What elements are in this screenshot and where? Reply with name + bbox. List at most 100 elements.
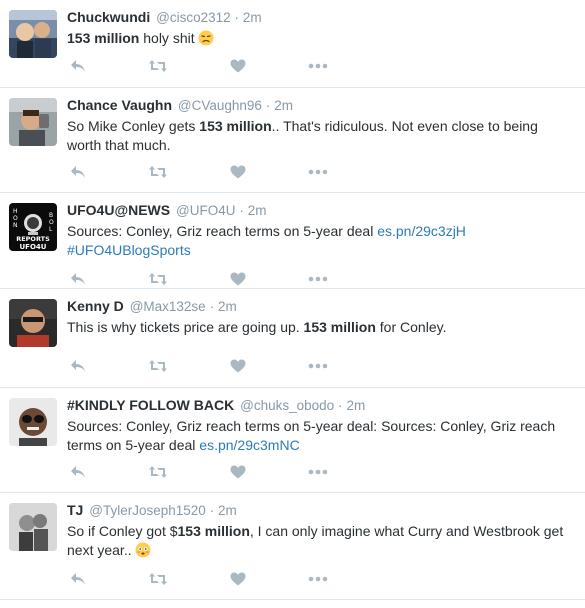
svg-text:B: B (49, 212, 53, 219)
tweet-text: So Mike Conley gets 153 million.. That's… (67, 117, 573, 155)
tweet-text-segment: This is why tickets price are going up. (67, 319, 304, 335)
heart-icon[interactable] (227, 270, 249, 288)
separator-dot: · (209, 299, 215, 314)
avatar[interactable] (9, 299, 57, 347)
user-handle[interactable]: @TylerJoseph1520 (89, 503, 206, 518)
sad-face-emoji (195, 30, 214, 46)
user-name[interactable]: Chance Vaughn (67, 97, 172, 113)
tweet[interactable]: Kenny D @Max132se · 2m This is why ticke… (0, 289, 585, 388)
tweet-header: UFO4U@NEWS @UFO4U · 2m (67, 201, 573, 220)
tweet-actions (67, 162, 347, 182)
tweet[interactable]: REPORTS UFO4U H O N B O L UFO4U@NEWS @UFO4U · 2… (0, 193, 585, 289)
svg-text:UFO4U: UFO4U (20, 243, 47, 251)
svg-text:N: N (13, 222, 18, 229)
tweet-text-segment: holy shit (139, 30, 195, 46)
user-name[interactable]: #KINDLY FOLLOW BACK (67, 397, 234, 413)
tweet-content: Kenny D @Max132se · 2m This is why ticke… (67, 297, 573, 337)
retweet-icon[interactable] (147, 163, 169, 181)
retweet-icon[interactable] (147, 463, 169, 481)
user-handle[interactable]: @Max132se (130, 299, 206, 314)
reply-icon[interactable] (67, 57, 89, 75)
timestamp[interactable]: 2m (218, 503, 237, 518)
avatar[interactable] (9, 98, 57, 146)
separator-dot: · (265, 98, 271, 113)
retweet-icon[interactable] (147, 357, 169, 375)
user-handle[interactable]: @UFO4U (176, 203, 235, 218)
tweet-text-segment: for Conley. (375, 319, 447, 335)
heart-icon[interactable] (227, 57, 249, 75)
separator-dot: · (209, 503, 215, 518)
user-name[interactable]: UFO4U@NEWS (67, 202, 170, 218)
user-handle[interactable]: @chuks_obodo (240, 398, 334, 413)
reply-icon[interactable] (67, 463, 89, 481)
tweet-content: Chuckwundi @cisco2312 · 2m 153 million h… (67, 8, 573, 48)
tweet-text: 153 million holy shit (67, 29, 573, 48)
tweet-text-segment: Sources: Conley, Griz reach terms on 5-y… (67, 223, 378, 239)
tweet-actions (67, 269, 347, 289)
bold-text: 153 million (67, 30, 140, 46)
timestamp[interactable]: 2m (218, 299, 237, 314)
more-icon[interactable] (307, 570, 329, 588)
tweet[interactable]: Chuckwundi @cisco2312 · 2m 153 million h… (0, 0, 585, 88)
tweet-actions (67, 356, 347, 376)
avatar[interactable] (9, 10, 57, 58)
tweet-header: Chance Vaughn @CVaughn96 · 2m (67, 96, 573, 115)
bold-text: 153 million (303, 319, 376, 335)
retweet-icon[interactable] (147, 570, 169, 588)
tweet-link[interactable]: es.pn/29c3zjH (377, 223, 466, 239)
tweet-link[interactable]: es.pn/29c3mNC (199, 437, 299, 453)
reply-icon[interactable] (67, 570, 89, 588)
user-name[interactable]: TJ (67, 502, 83, 518)
tweet-actions (67, 56, 347, 76)
avatar[interactable] (9, 398, 57, 446)
tweet[interactable]: Chance Vaughn @CVaughn96 · 2m So Mike Co… (0, 88, 585, 193)
tweet-text: Sources: Conley, Griz reach terms on 5-y… (67, 417, 573, 455)
separator-dot: · (234, 10, 240, 25)
retweet-icon[interactable] (147, 270, 169, 288)
heart-icon[interactable] (227, 463, 249, 481)
timestamp[interactable]: 2m (346, 398, 365, 413)
tweet-feed: Chuckwundi @cisco2312 · 2m 153 million h… (0, 0, 585, 600)
tweet-link[interactable]: #UFO4UBlogSports (67, 242, 191, 258)
user-name[interactable]: Kenny D (67, 298, 124, 314)
user-name[interactable]: Chuckwundi (67, 9, 150, 25)
tweet-text: Sources: Conley, Griz reach terms on 5-y… (67, 222, 573, 260)
user-handle[interactable]: @cisco2312 (156, 10, 231, 25)
separator-dot: · (338, 398, 343, 413)
heart-icon[interactable] (227, 570, 249, 588)
tweet-text-segment: So Mike Conley gets (67, 118, 200, 134)
tweet-content: Chance Vaughn @CVaughn96 · 2m So Mike Co… (67, 96, 573, 155)
bold-text: 153 million (199, 118, 272, 134)
tweet-header: TJ @TylerJoseph1520 · 2m (67, 501, 573, 520)
retweet-icon[interactable] (147, 57, 169, 75)
tweet-text: So if Conley got $153 million, I can onl… (67, 522, 573, 560)
avatar[interactable] (9, 503, 57, 551)
more-icon[interactable] (307, 463, 329, 481)
timestamp[interactable]: 2m (274, 98, 293, 113)
user-handle[interactable]: @CVaughn96 (178, 98, 262, 113)
tweet-actions (67, 569, 347, 589)
timestamp[interactable]: 2m (248, 203, 267, 218)
avatar[interactable]: REPORTS UFO4U H O N B O L (9, 203, 57, 251)
tweet-content: UFO4U@NEWS @UFO4U · 2m Sources: Conley, … (67, 201, 573, 260)
tweet-content: TJ @TylerJoseph1520 · 2m So if Conley go… (67, 501, 573, 560)
separator-dot: · (239, 203, 244, 218)
more-icon[interactable] (307, 357, 329, 375)
tweet[interactable]: TJ @TylerJoseph1520 · 2m So if Conley go… (0, 493, 585, 600)
flushed-face-emoji (132, 542, 151, 558)
tweet-text-segment: So if Conley got $ (67, 523, 178, 539)
heart-icon[interactable] (227, 163, 249, 181)
more-icon[interactable] (307, 163, 329, 181)
reply-icon[interactable] (67, 163, 89, 181)
more-icon[interactable] (307, 57, 329, 75)
tweet-header: Chuckwundi @cisco2312 · 2m (67, 8, 573, 27)
more-icon[interactable] (307, 270, 329, 288)
tweet[interactable]: #KINDLY FOLLOW BACK @chuks_obodo · 2m So… (0, 388, 585, 493)
heart-icon[interactable] (227, 357, 249, 375)
reply-icon[interactable] (67, 357, 89, 375)
reply-icon[interactable] (67, 270, 89, 288)
timestamp[interactable]: 2m (243, 10, 262, 25)
tweet-text-segment: Sources: Conley, Griz reach terms on 5-y… (67, 418, 556, 453)
svg-text:O: O (49, 219, 54, 226)
tweet-header: Kenny D @Max132se · 2m (67, 297, 573, 316)
